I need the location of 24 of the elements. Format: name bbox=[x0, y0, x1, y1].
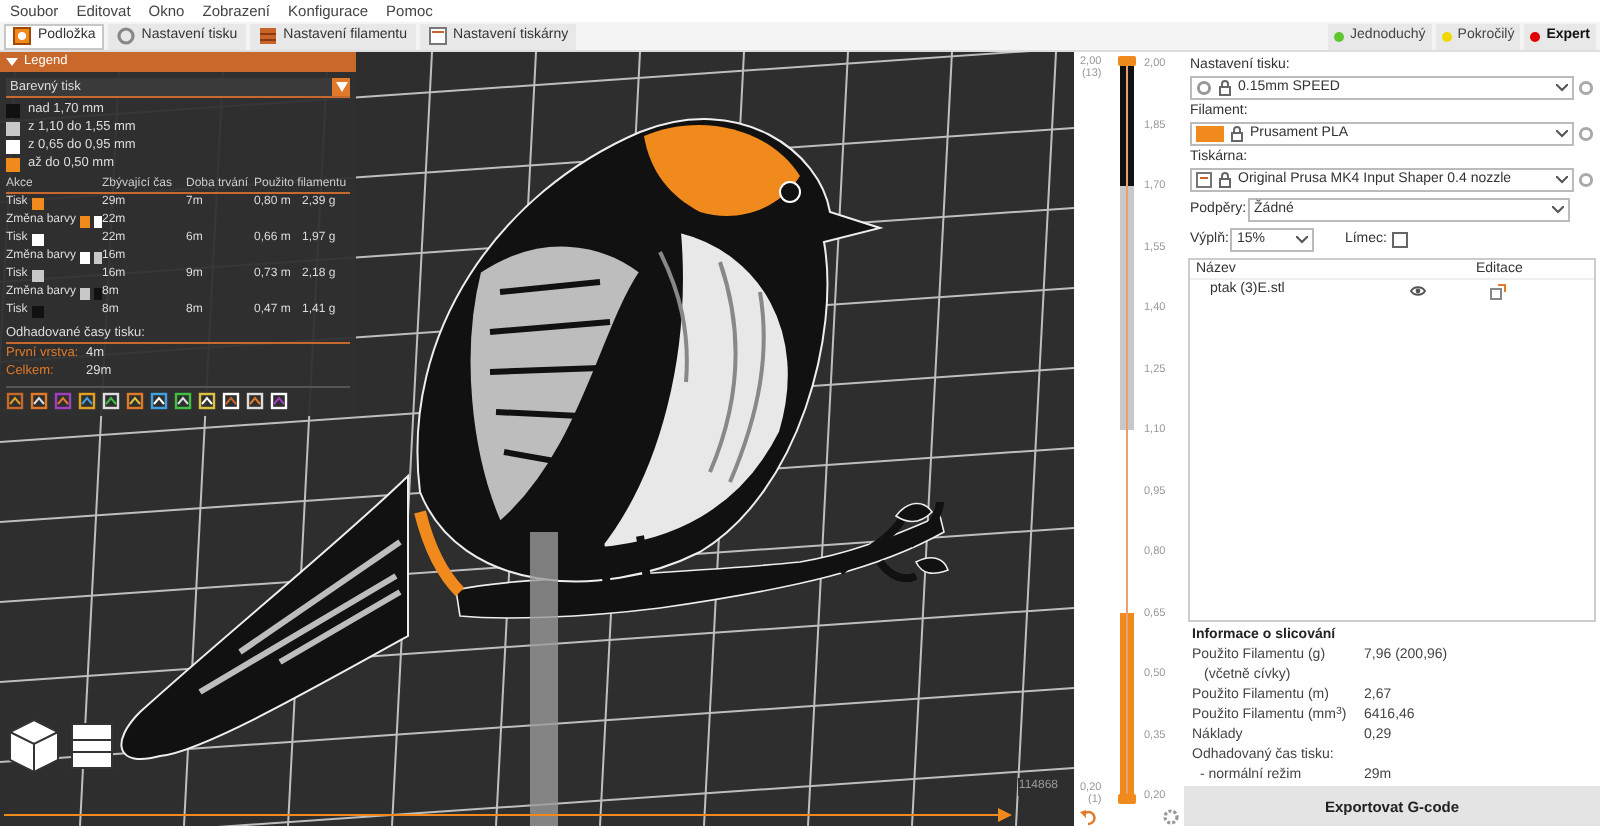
layer-slider-drawing[interactable] bbox=[1118, 56, 1136, 804]
chevron-down-icon bbox=[1296, 236, 1309, 244]
gear-icon bbox=[1162, 808, 1180, 826]
chevron-down-icon bbox=[1556, 176, 1568, 184]
gear-icon bbox=[115, 26, 136, 46]
slider-thumb bbox=[998, 808, 1012, 822]
lock-icon bbox=[1218, 80, 1232, 96]
chevron-down-icon bbox=[1556, 130, 1568, 138]
view-cube-icon bbox=[9, 718, 59, 774]
layers-view-icon bbox=[71, 723, 113, 769]
lock-icon bbox=[1218, 172, 1232, 188]
printer-icon bbox=[1196, 172, 1212, 188]
lock-icon bbox=[1230, 126, 1244, 142]
brim-checkbox[interactable] bbox=[1392, 232, 1409, 248]
chevron-down-icon bbox=[1552, 206, 1564, 214]
chevron-down-icon bbox=[1556, 84, 1568, 92]
gear-icon bbox=[1578, 126, 1594, 142]
spool-icon bbox=[257, 26, 278, 46]
gear-icon bbox=[1196, 80, 1212, 96]
gear-icon bbox=[1578, 172, 1594, 188]
caret-icon bbox=[335, 82, 347, 92]
gear-icon bbox=[1578, 80, 1594, 96]
undo-icon bbox=[1080, 808, 1098, 826]
edit-icon bbox=[1490, 283, 1506, 299]
